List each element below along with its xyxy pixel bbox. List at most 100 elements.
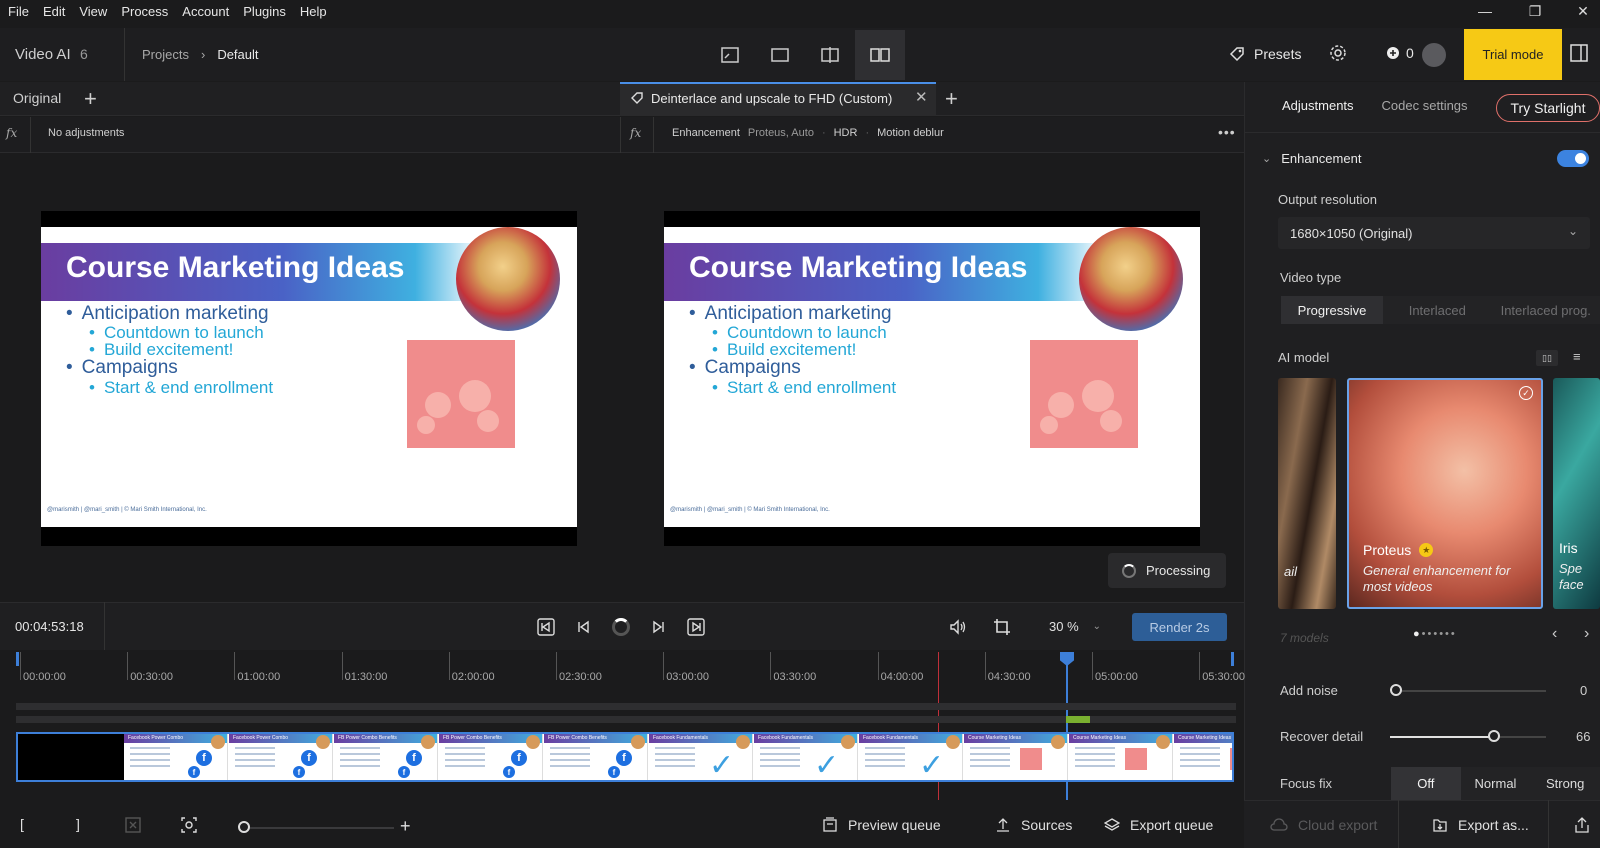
checkmark-icon: ✓ <box>919 749 945 780</box>
slide-bullet-2a: • Start & end enrollment <box>89 378 274 397</box>
add-enhanced-button[interactable]: + <box>945 86 958 112</box>
range-end-handle[interactable] <box>1231 652 1234 666</box>
presets-button[interactable]: Presets <box>1228 45 1301 63</box>
focus-fix-label: Focus fix <box>1280 776 1333 791</box>
menu-plugins[interactable]: Plugins <box>236 4 293 19</box>
enhanced-preview[interactable]: Course Marketing Ideas • Anticipation mar… <box>664 211 1200 546</box>
focus-fix-normal[interactable]: Normal <box>1461 767 1531 800</box>
enhancement-summary[interactable]: Enhancement Proteus, Auto · HDR · Motion… <box>672 127 944 139</box>
thumbnail-strip[interactable]: Facebook Power Combo f f Facebook Power Com… <box>16 732 1234 782</box>
menu-process[interactable]: Process <box>114 4 175 19</box>
focus-fix-strong[interactable]: Strong <box>1530 767 1600 800</box>
timecode[interactable]: 00:04:53:18 <box>15 619 84 634</box>
view-split-button[interactable] <box>805 30 855 80</box>
avatar[interactable] <box>1422 43 1446 67</box>
carousel-prev-button[interactable]: ‹ <box>1552 625 1557 643</box>
ruler-tick <box>1092 652 1093 680</box>
video-type-interlaced[interactable]: Interlaced <box>1383 296 1492 324</box>
view-single-button[interactable] <box>705 30 755 80</box>
zoom-in-button[interactable]: + <box>400 816 411 837</box>
mark-in-button[interactable]: [ <box>20 816 24 832</box>
render-button[interactable]: Render 2s <box>1132 613 1227 641</box>
plus-icon: + <box>945 86 958 111</box>
carousel-dots[interactable]: ●•••••• <box>1413 628 1457 640</box>
tab-adjustments[interactable]: Adjustments <box>1282 98 1354 113</box>
minimize-button[interactable]: — <box>1460 0 1510 22</box>
trial-mode-button[interactable]: Trial mode <box>1464 29 1562 80</box>
next-frame-button[interactable] <box>646 615 670 639</box>
crop-button[interactable] <box>990 615 1014 639</box>
range-start-handle[interactable] <box>16 652 19 666</box>
ruler-tick <box>877 652 879 680</box>
menu-help[interactable]: Help <box>293 4 334 19</box>
info-divider <box>30 117 31 153</box>
zoom-knob[interactable] <box>238 821 250 833</box>
close-window-button[interactable]: ✕ <box>1558 0 1600 22</box>
speaker-icon <box>950 619 966 635</box>
processing-status[interactable]: Processing <box>1108 553 1226 588</box>
thumbnail-title: FB Power Combo Benefits <box>338 735 397 741</box>
add-noise-knob[interactable] <box>1390 684 1402 696</box>
motion-deblur-label: Motion deblur <box>877 127 944 139</box>
menu-bar: File Edit View Process Account Plugins H… <box>0 0 1600 22</box>
settings-button[interactable] <box>1329 44 1347 67</box>
original-preview[interactable]: Course Marketing Ideas • Anticipation mar… <box>41 211 577 546</box>
menu-file[interactable]: File <box>0 4 36 19</box>
enhancement-section-header[interactable]: ⌄ Enhancement <box>1262 151 1361 166</box>
previous-frame-button[interactable] <box>572 615 596 639</box>
add-noise-value[interactable]: 0 <box>1580 683 1587 698</box>
fit-timeline-button[interactable] <box>180 816 198 834</box>
model-card-previous[interactable]: ail <box>1278 378 1336 609</box>
menu-account[interactable]: Account <box>175 4 236 19</box>
close-tab-button[interactable]: ✕ <box>915 88 928 106</box>
video-type-progressive[interactable]: Progressive <box>1281 296 1383 324</box>
carousel-next-button[interactable]: › <box>1584 625 1589 643</box>
recover-detail-knob[interactable] <box>1488 730 1500 742</box>
tab-original[interactable]: Original <box>13 90 61 106</box>
cloud-export-button[interactable]: Cloud export <box>1270 817 1377 833</box>
go-to-end-button[interactable] <box>684 615 708 639</box>
list-view-button[interactable]: ≡ <box>1573 349 1581 364</box>
preview-queue-button[interactable]: Preview queue <box>822 817 941 833</box>
toggle-panel-button[interactable] <box>1570 44 1588 67</box>
add-original-button[interactable]: + <box>84 86 97 112</box>
menu-edit[interactable]: Edit <box>36 4 72 19</box>
video-type-interlaced-prog[interactable]: Interlaced prog. <box>1492 296 1600 324</box>
ruler-tick <box>127 652 129 680</box>
clear-range-button[interactable] <box>124 816 142 834</box>
export-queue-button[interactable]: Export queue <box>1104 817 1213 833</box>
sources-button[interactable]: Sources <box>995 817 1072 833</box>
zoom-select[interactable]: 30 % ⌄ <box>1049 619 1101 634</box>
recover-detail-value[interactable]: 66 <box>1576 729 1590 744</box>
track-2 <box>16 716 1236 723</box>
timeline-ruler[interactable] <box>0 650 1244 690</box>
tab-codec-settings[interactable]: Codec settings <box>1382 98 1468 113</box>
focus-fix-off[interactable]: Off <box>1391 767 1461 800</box>
go-to-start-button[interactable] <box>534 615 558 639</box>
slide-title: Course Marketing Ideas <box>689 251 1028 284</box>
enhancement-label: Enhancement <box>672 127 740 139</box>
header-divider <box>124 28 125 81</box>
credits-display[interactable]: 0 <box>1386 45 1414 61</box>
breadcrumb-current: Default <box>217 47 259 62</box>
view-fullscreen-button[interactable] <box>755 30 805 80</box>
maximize-button[interactable]: ❐ <box>1510 0 1560 22</box>
try-starlight-button[interactable]: Try Starlight <box>1496 94 1600 122</box>
more-options-button[interactable]: ••• <box>1218 124 1236 140</box>
model-card-next[interactable]: Iris Spe face <box>1553 378 1600 609</box>
slide-bullet-2: • Campaigns <box>66 357 178 378</box>
output-resolution-select[interactable]: 1680×1050 (Original) <box>1278 217 1590 249</box>
mark-out-button[interactable]: ] <box>76 816 80 832</box>
enhancement-toggle[interactable] <box>1557 150 1589 167</box>
menu-view[interactable]: View <box>72 4 114 19</box>
grid-view-button[interactable]: ▯▯ <box>1536 350 1558 366</box>
view-side-by-side-button[interactable] <box>855 30 905 80</box>
model-next-name: Iris <box>1559 540 1578 556</box>
play-pause-button[interactable] <box>609 615 633 639</box>
loading-icon <box>612 618 630 636</box>
volume-button[interactable] <box>946 615 970 639</box>
export-as-button[interactable]: Export as... <box>1432 817 1529 833</box>
share-button[interactable] <box>1575 817 1589 833</box>
breadcrumb-projects[interactable]: Projects <box>142 47 189 62</box>
model-card-proteus[interactable]: ✓ Proteus ★ General enhancement for most… <box>1347 378 1543 609</box>
